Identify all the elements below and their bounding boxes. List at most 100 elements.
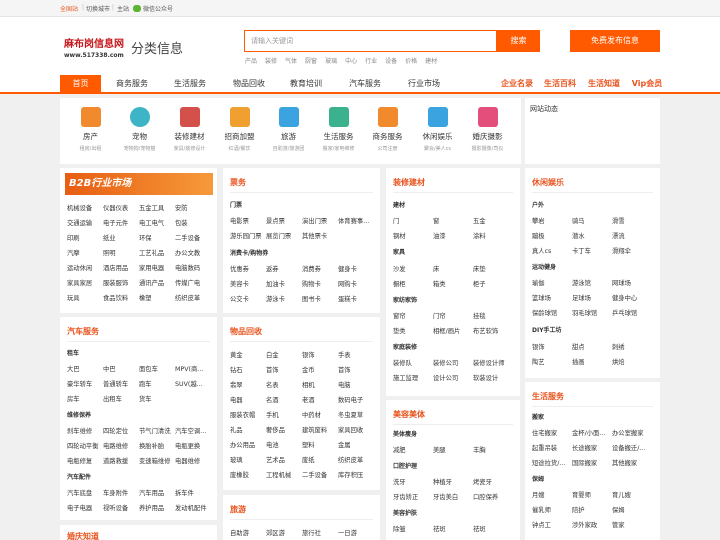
nav-life-qa[interactable]: 生活知道 [584,75,624,92]
section-heading[interactable]: DIY手工坊 [532,325,562,334]
list-item[interactable]: 陪护 [572,505,612,514]
list-item[interactable]: 电池 [266,440,302,449]
list-item[interactable]: 汽车用品 [139,488,175,497]
list-item[interactable]: 变速箱维修 [139,456,175,465]
list-item[interactable]: 黄金 [230,350,266,359]
list-item[interactable]: 礼品 [230,425,266,434]
hot-keyword[interactable]: 行业 [365,58,377,65]
list-item[interactable]: 电脑数码 [175,263,207,272]
free-post-button[interactable]: 免费发布信息 [570,30,660,52]
list-item[interactable]: 相框/画片 [433,326,473,335]
panel-title[interactable]: 休闲娱乐 [532,177,564,188]
list-item[interactable]: 五金工具 [139,203,175,212]
list-item[interactable]: SUV(越... [175,379,209,388]
list-item[interactable]: 电器维修 [175,456,209,465]
list-item[interactable]: 减肥 [393,445,433,454]
list-item[interactable]: 软装设计 [473,373,515,382]
list-item[interactable]: 名酒 [266,395,302,404]
hot-keyword[interactable]: 厨窗 [305,58,317,65]
list-item[interactable]: 奢侈品 [266,425,302,434]
list-item[interactable]: 门 [393,216,433,225]
list-item[interactable]: 一日游 [338,528,372,537]
list-item[interactable]: 牙齿矫正 [393,492,433,501]
section-heading[interactable]: 租车 [67,348,79,357]
list-item[interactable]: 名表 [266,380,302,389]
nav-life-encyclopedia[interactable]: 生活百科 [540,75,580,92]
hot-keyword[interactable]: 玻璃 [325,58,337,65]
list-item[interactable]: 金属 [338,440,372,449]
list-item[interactable]: 钢材 [393,231,433,240]
list-item[interactable]: 烘焙 [612,357,652,366]
list-item[interactable]: 视听设备 [103,503,139,512]
category-travel[interactable]: 旅游 自助游/旅游团 [260,98,317,152]
section-heading[interactable]: 建材 [393,200,405,209]
list-item[interactable]: 加油卡 [266,279,302,288]
list-item[interactable]: 起重吊装 [532,443,572,452]
list-item[interactable]: 翡翠 [230,380,266,389]
list-item[interactable]: 首饰 [266,365,302,374]
list-item[interactable]: 电子电器 [67,503,103,512]
section-heading[interactable]: 口腔护理 [393,461,417,470]
category-wedding-photo[interactable]: 婚庆摄影 摄影摄像/司仪 [459,98,516,152]
list-item[interactable]: 工艺礼品 [139,248,175,257]
list-item[interactable]: 图书卡 [302,294,338,303]
list-item[interactable]: 纺织皮革 [338,455,372,464]
list-item[interactable]: 游泳馆 [572,278,612,287]
panel-title[interactable]: 物品回收 [230,326,262,337]
list-item[interactable]: 刹车维修 [67,426,103,435]
panel-title[interactable]: 婚庆知道 [67,531,99,540]
list-item[interactable]: 工程机械 [266,470,302,479]
hot-keyword[interactable]: 产品 [245,58,257,65]
list-item[interactable]: 酒店用品 [103,263,139,272]
list-item[interactable]: 住宅搬家 [532,428,572,437]
list-item[interactable]: 公交卡 [230,294,266,303]
list-item[interactable]: 四轮定位 [103,426,139,435]
list-item[interactable]: 其他票卡 [302,231,338,240]
list-item[interactable]: 印刷 [67,233,103,242]
list-item[interactable]: 油漆 [433,231,473,240]
list-item[interactable]: 除皱 [393,524,433,533]
section-heading[interactable]: 维修保养 [67,410,91,419]
list-item[interactable]: 羽毛球馆 [572,308,612,317]
section-heading[interactable]: 家纺家饰 [393,295,417,304]
section-heading[interactable]: 门票 [230,200,242,209]
list-item[interactable]: 豪华轿车 [67,379,103,388]
list-item[interactable]: 老酒 [302,395,338,404]
main-site-link[interactable]: 主站 [117,4,129,13]
list-item[interactable]: 郊区游 [266,528,302,537]
list-item[interactable]: 跑车 [139,379,175,388]
list-item[interactable]: 货车 [139,394,175,403]
list-item[interactable]: 交通运输 [67,218,103,227]
list-item[interactable]: 其他搬家 [612,458,654,467]
list-item[interactable]: 橱柜 [393,279,433,288]
list-item[interactable]: 洗牙 [393,477,433,486]
list-item[interactable]: 银饰 [302,350,338,359]
list-item[interactable]: 景点票 [266,216,302,225]
section-heading[interactable]: 家庭装修 [393,342,417,351]
list-item[interactable]: 窗帘 [393,311,433,320]
list-item[interactable]: 蹦极 [532,231,572,240]
list-item[interactable]: 国际搬家 [572,458,612,467]
switch-city-link[interactable]: 切换城市 [86,4,110,13]
list-item[interactable]: 床 [433,264,473,273]
section-heading[interactable]: 消费卡/购物券 [230,248,268,257]
list-item[interactable]: 口腔保养 [473,492,513,501]
list-item[interactable]: 五金 [473,216,513,225]
nav-recycling[interactable]: 物品回收 [225,75,273,92]
list-item[interactable]: 四轮动平衡 [67,441,103,450]
list-item[interactable]: 钟点工 [532,520,572,529]
list-item[interactable]: 服装服饰 [103,278,139,287]
nav-company-directory[interactable]: 企业名录 [497,75,537,92]
list-item[interactable]: 布艺软饰 [473,326,513,335]
list-item[interactable]: 消费券 [302,264,338,273]
list-item[interactable]: 美腿 [433,445,473,454]
list-item[interactable]: 电工电气 [139,218,175,227]
section-heading[interactable]: 户外 [532,200,544,209]
list-item[interactable]: 节气门清洗 [139,426,175,435]
list-item[interactable]: 设备搬迁/... [612,443,654,452]
list-item[interactable]: 废橡胶 [230,470,266,479]
list-item[interactable]: 牙齿美白 [433,492,473,501]
list-item[interactable]: 滑雪 [612,216,652,225]
list-item[interactable]: 沙发 [393,264,433,273]
list-item[interactable]: MPV(商... [175,364,209,373]
